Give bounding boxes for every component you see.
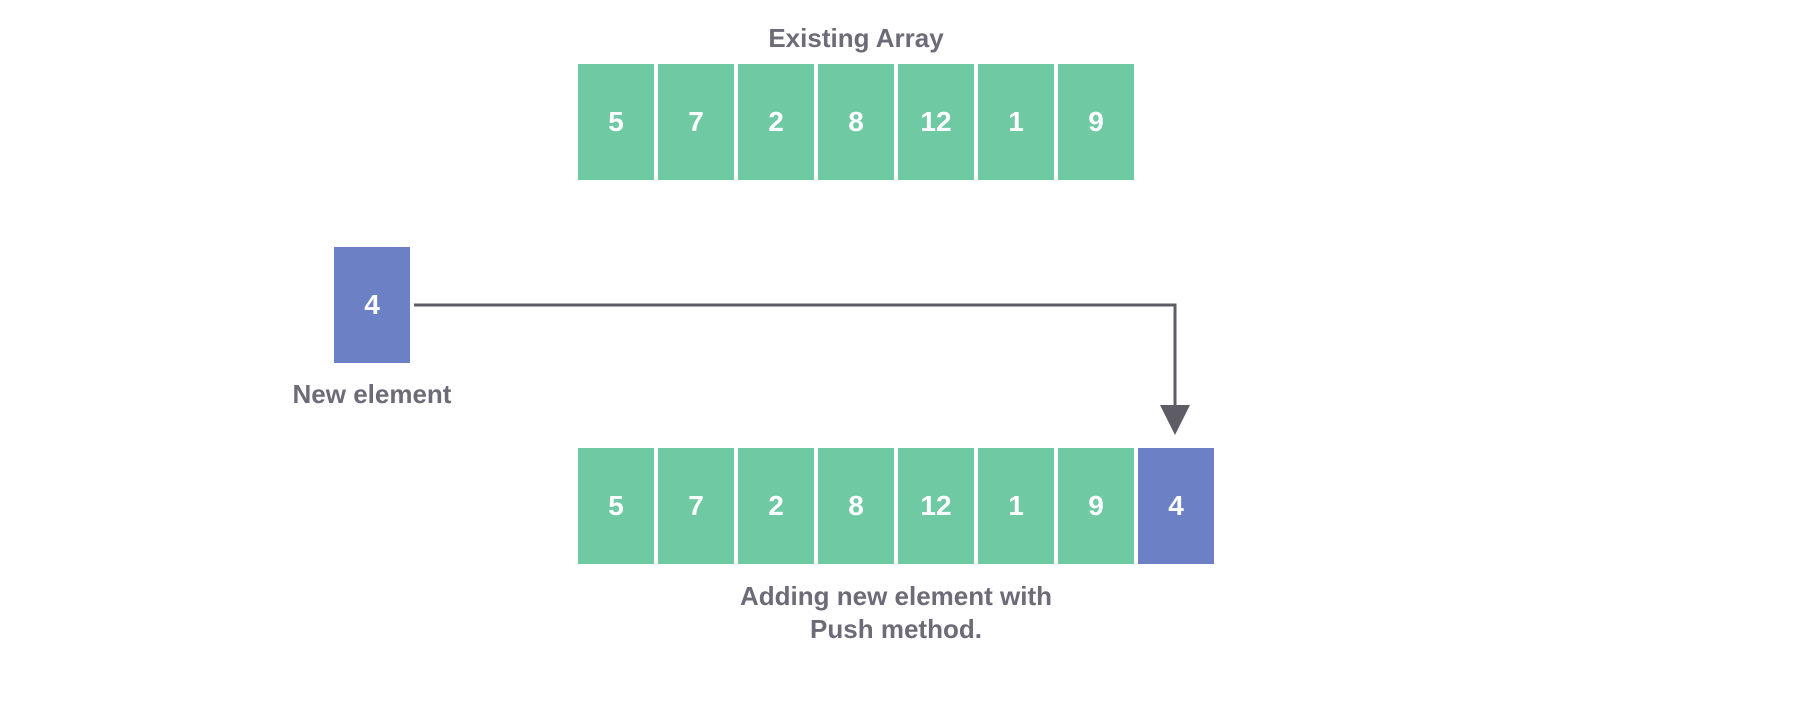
result-cell-value: 1 — [1008, 490, 1024, 522]
result-label: Adding new element with Push method. — [576, 580, 1216, 645]
result-cell-value: 9 — [1088, 490, 1104, 522]
result-cell-4: 12 — [896, 446, 976, 566]
result-cell-3: 8 — [816, 446, 896, 566]
result-label-line1: Adding new element with — [740, 581, 1052, 611]
result-cell-value: 2 — [768, 490, 784, 522]
result-cell-5: 1 — [976, 446, 1056, 566]
result-cell-new: 4 — [1136, 446, 1216, 566]
result-cell-1: 7 — [656, 446, 736, 566]
result-cell-2: 2 — [736, 446, 816, 566]
result-cell-value: 7 — [688, 490, 704, 522]
result-cell-value: 5 — [608, 490, 624, 522]
result-label-line2: Push method. — [810, 614, 982, 644]
result-cell-value: 12 — [920, 490, 951, 522]
result-cell-value: 8 — [848, 490, 864, 522]
result-cell-0: 5 — [576, 446, 656, 566]
result-cell-6: 9 — [1056, 446, 1136, 566]
result-cell-value: 4 — [1168, 490, 1184, 522]
